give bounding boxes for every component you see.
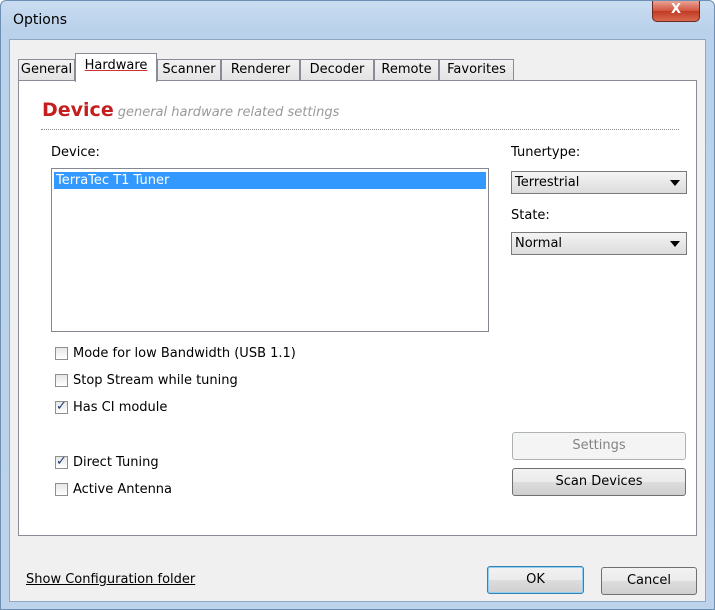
dropdown-arrow-icon <box>670 241 680 247</box>
tab-general[interactable]: General <box>18 59 75 81</box>
tab-label: Renderer <box>230 62 291 77</box>
tab-renderer[interactable]: Renderer <box>221 59 300 81</box>
panel-header: Device general hardware related settings <box>42 99 339 121</box>
device-list[interactable]: TerraTec T1 Tuner <box>51 168 489 332</box>
tab-label: Scanner <box>162 62 216 77</box>
tab-label: Remote <box>381 62 432 77</box>
checkbox-box[interactable]: ✓ <box>55 454 68 469</box>
dropdown-arrow-icon <box>670 180 680 186</box>
state-value: Normal <box>515 236 563 251</box>
options-window: Options X General Hardware Scanner Rende… <box>0 0 715 610</box>
panel-heading: Device <box>42 99 114 121</box>
checkbox-box[interactable]: ✓ <box>55 399 68 414</box>
tab-scanner[interactable]: Scanner <box>157 59 221 81</box>
device-label: Device: <box>51 145 100 160</box>
header-divider <box>41 129 679 130</box>
close-button[interactable]: X <box>652 1 700 22</box>
tab-favorites[interactable]: Favorites <box>439 59 514 81</box>
checkbox-label: Active Antenna <box>73 482 173 497</box>
window-title: Options <box>13 12 68 28</box>
tab-remote[interactable]: Remote <box>374 59 439 81</box>
hardware-panel: Device general hardware related settings … <box>18 80 697 536</box>
checkbox-box[interactable] <box>55 374 68 387</box>
tab-label: Favorites <box>447 62 506 77</box>
checkmark-icon: ✓ <box>56 399 67 414</box>
tab-label: Decoder <box>309 62 365 77</box>
tunertype-value: Terrestrial <box>515 175 580 190</box>
state-select[interactable]: Normal <box>511 232 687 255</box>
ok-button[interactable]: OK <box>487 566 584 594</box>
tab-label: General <box>20 62 73 77</box>
panel-subheading: general hardware related settings <box>117 105 340 120</box>
checkbox-box[interactable] <box>55 483 68 496</box>
device-list-item[interactable]: TerraTec T1 Tuner <box>54 172 486 189</box>
tab-label: Hardware <box>84 58 148 73</box>
show-configuration-folder-link[interactable]: Show Configuration folder <box>26 572 195 587</box>
state-label: State: <box>511 208 550 223</box>
title-bar[interactable]: Options X <box>1 1 714 41</box>
cancel-button[interactable]: Cancel <box>601 567 697 595</box>
checkbox-label: Direct Tuning <box>73 455 159 470</box>
tab-hardware[interactable]: Hardware <box>75 53 157 82</box>
tab-decoder[interactable]: Decoder <box>300 59 374 81</box>
settings-button[interactable]: Settings <box>512 432 686 460</box>
checkbox-label: Stop Stream while tuning <box>73 373 238 388</box>
checkbox-box[interactable] <box>55 347 68 360</box>
checkbox-label: Has CI module <box>73 400 168 415</box>
tunertype-label: Tunertype: <box>511 145 581 160</box>
checkbox-label: Mode for low Bandwidth (USB 1.1) <box>73 346 296 361</box>
scan-devices-button[interactable]: Scan Devices <box>512 468 686 496</box>
close-icon: X <box>670 2 682 17</box>
checkmark-icon: ✓ <box>56 454 67 469</box>
tunertype-select[interactable]: Terrestrial <box>511 171 687 194</box>
